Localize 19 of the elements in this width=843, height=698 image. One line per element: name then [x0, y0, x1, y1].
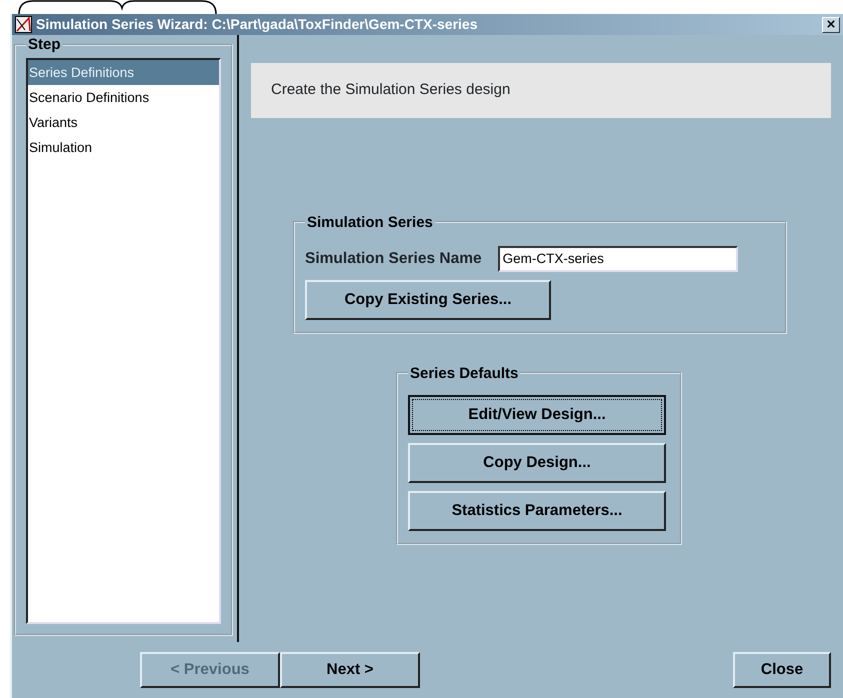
field-label: Simulation Series Name [305, 248, 482, 269]
group-title: Step [27, 37, 62, 52]
group-title: Simulation Series [306, 214, 434, 230]
header-text: Create the Simulation Series design [251, 63, 831, 118]
design-button[interactable]: Edit/View Design... [408, 394, 666, 434]
close-button[interactable]: × [822, 16, 840, 32]
design-button[interactable]: Statistics Parameters... [408, 490, 666, 530]
nav-button[interactable]: Next > [280, 652, 420, 688]
step-item[interactable]: Simulation [28, 135, 219, 160]
app-icon [15, 16, 32, 33]
step-item[interactable]: Variants [28, 110, 219, 135]
group-title: Series Defaults [409, 366, 520, 380]
step-item[interactable]: Scenario Definitions [28, 85, 219, 110]
close-button[interactable]: Close [733, 652, 831, 688]
series-name-field[interactable]: Gem-CTX-series [498, 246, 738, 272]
design-button[interactable]: Copy Design... [408, 442, 666, 482]
window-title: Simulation Series Wizard: C:\Part\gada\ToxFinder\Gem-CTX-series [36, 15, 478, 34]
step-item[interactable]: Series Definitions [28, 60, 219, 85]
copy-existing-button[interactable]: Copy Existing Series... [305, 280, 551, 320]
